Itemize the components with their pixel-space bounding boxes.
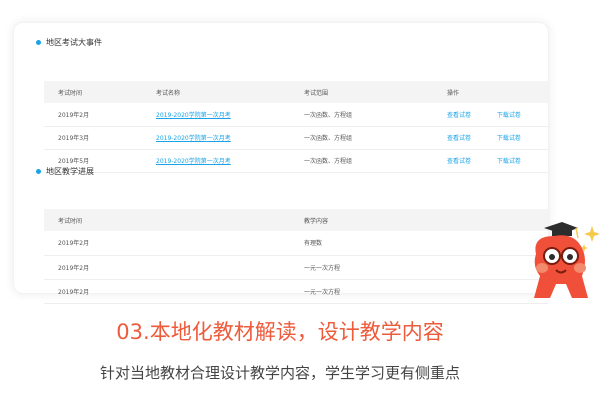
exam-table-header: 考试时间 考试名称 考试范围 操作 bbox=[44, 81, 548, 103]
col-header-exam-time: 考试时间 bbox=[44, 81, 142, 103]
table-row: 2019年2月 一元一次方程 bbox=[44, 255, 548, 280]
col-header-exam-scope: 考试范围 bbox=[290, 81, 433, 103]
section-dot-icon bbox=[36, 169, 41, 174]
teaching-content: 一元一次方程 bbox=[290, 279, 548, 304]
exam-section-title-text: 地区考试大事件 bbox=[46, 38, 102, 47]
teaching-date: 2019年2月 bbox=[44, 231, 290, 256]
exam-scope: 一次函数、方程组 bbox=[290, 149, 433, 173]
table-row: 2019年2月 有理数 bbox=[44, 231, 548, 256]
table-row: 2019年5月 2019-2020学院第一次月考 一次函数、方程组 查看试卷 下… bbox=[44, 149, 548, 173]
teaching-date: 2019年2月 bbox=[44, 255, 290, 280]
exam-info-card: 地区考试大事件 考试时间 考试名称 考试范围 操作 2019年2月 2019-2… bbox=[13, 22, 549, 304]
col-header-teaching-time: 考试时间 bbox=[44, 209, 290, 231]
exam-name-link[interactable]: 2019-2020学院第一次月考 bbox=[142, 126, 290, 150]
exam-name-link[interactable]: 2019-2020学院第一次月考 bbox=[142, 149, 290, 173]
download-paper-link[interactable]: 下载试卷 bbox=[497, 110, 521, 119]
col-header-actions: 操作 bbox=[433, 81, 548, 103]
view-paper-link[interactable]: 查看试卷 bbox=[447, 156, 495, 165]
sparkle-icon bbox=[584, 226, 600, 242]
download-paper-link[interactable]: 下载试卷 bbox=[497, 156, 521, 165]
exam-scope: 一次函数、方程组 bbox=[290, 103, 433, 127]
exam-actions: 查看试卷 下载试卷 bbox=[433, 126, 548, 150]
view-paper-link[interactable]: 查看试卷 bbox=[447, 133, 495, 142]
table-row: 2019年3月 2019-2020学院第一次月考 一次函数、方程组 查看试卷 下… bbox=[44, 126, 548, 150]
teaching-date: 2019年2月 bbox=[44, 279, 290, 304]
exam-section-title: 地区考试大事件 bbox=[36, 37, 102, 48]
teaching-content: 有理数 bbox=[290, 231, 548, 256]
teaching-content: 一元一次方程 bbox=[290, 255, 548, 280]
feature-headline: 03.本地化教材解读，设计教学内容 bbox=[116, 320, 444, 344]
exam-actions: 查看试卷 下载试卷 bbox=[433, 149, 548, 173]
exam-date: 2019年3月 bbox=[44, 126, 142, 150]
exam-scope: 一次函数、方程组 bbox=[290, 126, 433, 150]
col-header-exam-name: 考试名称 bbox=[142, 81, 290, 103]
exam-date: 2019年2月 bbox=[44, 103, 142, 127]
col-header-teaching-content: 教学内容 bbox=[290, 209, 548, 231]
section-dot-icon bbox=[36, 40, 41, 45]
exam-name-link[interactable]: 2019-2020学院第一次月考 bbox=[142, 103, 290, 127]
graduate-mascot-icon bbox=[534, 222, 600, 298]
exam-actions: 查看试卷 下载试卷 bbox=[433, 103, 548, 127]
teaching-section-title: 地区教学进展 bbox=[36, 166, 94, 177]
view-paper-link[interactable]: 查看试卷 bbox=[447, 110, 495, 119]
teaching-table-header: 考试时间 教学内容 bbox=[44, 209, 548, 231]
feature-subline: 针对当地教材合理设计教学内容，学生学习更有侧重点 bbox=[99, 364, 460, 382]
teaching-table: 考试时间 教学内容 2019年2月 有理数 2019年2月 一元一次方程 201… bbox=[44, 209, 548, 304]
table-row: 2019年2月 2019-2020学院第一次月考 一次函数、方程组 查看试卷 下… bbox=[44, 103, 548, 127]
exam-table: 考试时间 考试名称 考试范围 操作 2019年2月 2019-2020学院第一次… bbox=[44, 81, 548, 173]
download-paper-link[interactable]: 下载试卷 bbox=[497, 133, 521, 142]
teaching-section-title-text: 地区教学进展 bbox=[46, 167, 94, 176]
table-row: 2019年2月 一元一次方程 bbox=[44, 279, 548, 304]
